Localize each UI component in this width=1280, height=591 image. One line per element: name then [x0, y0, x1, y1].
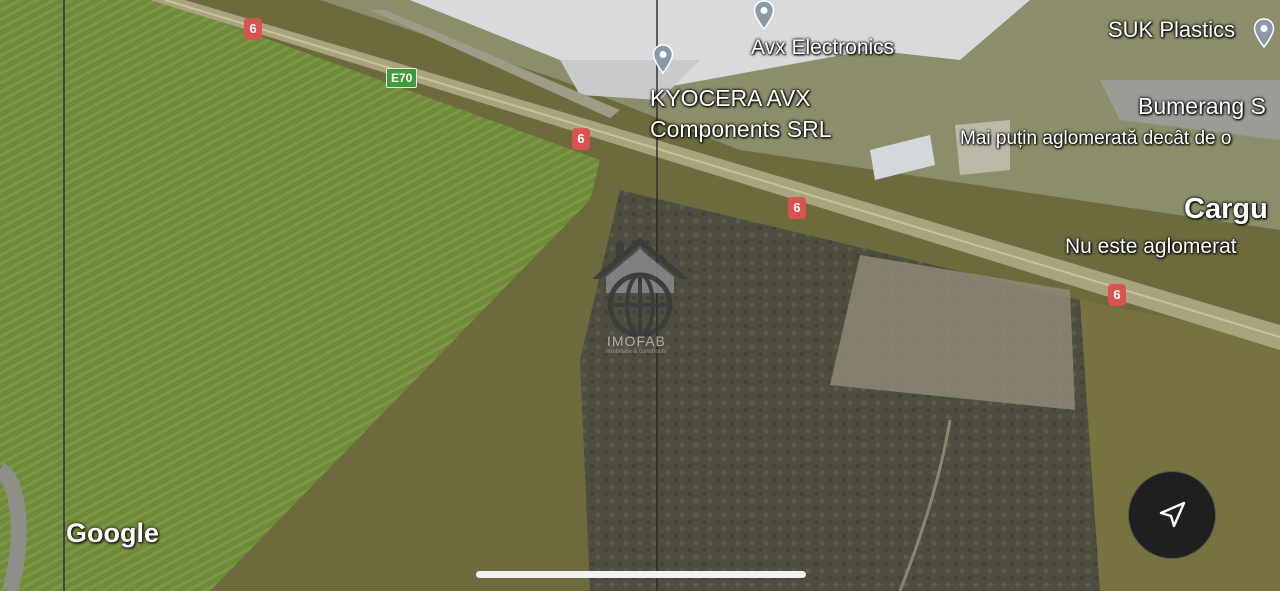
- place-status-cargu: Nu este aglomerat: [1065, 235, 1237, 258]
- euro-route-badge: E70: [386, 68, 418, 88]
- place-label-suk-plastics[interactable]: SUK Plastics: [1108, 17, 1235, 43]
- place-label-bumerang[interactable]: Bumerang S: [1138, 93, 1266, 120]
- road-6-badge: 6: [244, 18, 262, 40]
- place-label-cargu[interactable]: Cargu: [1184, 193, 1268, 226]
- home-indicator[interactable]: [476, 571, 806, 578]
- road-6-badge: 6: [1108, 284, 1126, 306]
- google-attribution: Google: [66, 518, 159, 548]
- place-label-kyocera-line2[interactable]: Components SRL: [650, 116, 832, 143]
- watermark-brand: IMOFAB: [607, 333, 666, 349]
- navigation-arrow-icon: [1159, 501, 1186, 528]
- place-status-bumerang: Mai puțin aglomerată decât de o: [960, 128, 1232, 149]
- watermark-tagline: imobiliare & constructii: [606, 349, 667, 355]
- my-location-button[interactable]: [1128, 471, 1216, 559]
- place-label-avx-electronics[interactable]: Avx Electronics: [751, 36, 894, 60]
- road-6-badge: 6: [788, 197, 806, 219]
- map-pin-icon[interactable]: [753, 0, 775, 30]
- place-label-kyocera-line1[interactable]: KYOCERA AVX: [650, 85, 811, 112]
- map-pin-icon[interactable]: [652, 44, 674, 74]
- map-pin-icon[interactable]: [1253, 18, 1275, 48]
- road-6-badge: 6: [572, 128, 590, 150]
